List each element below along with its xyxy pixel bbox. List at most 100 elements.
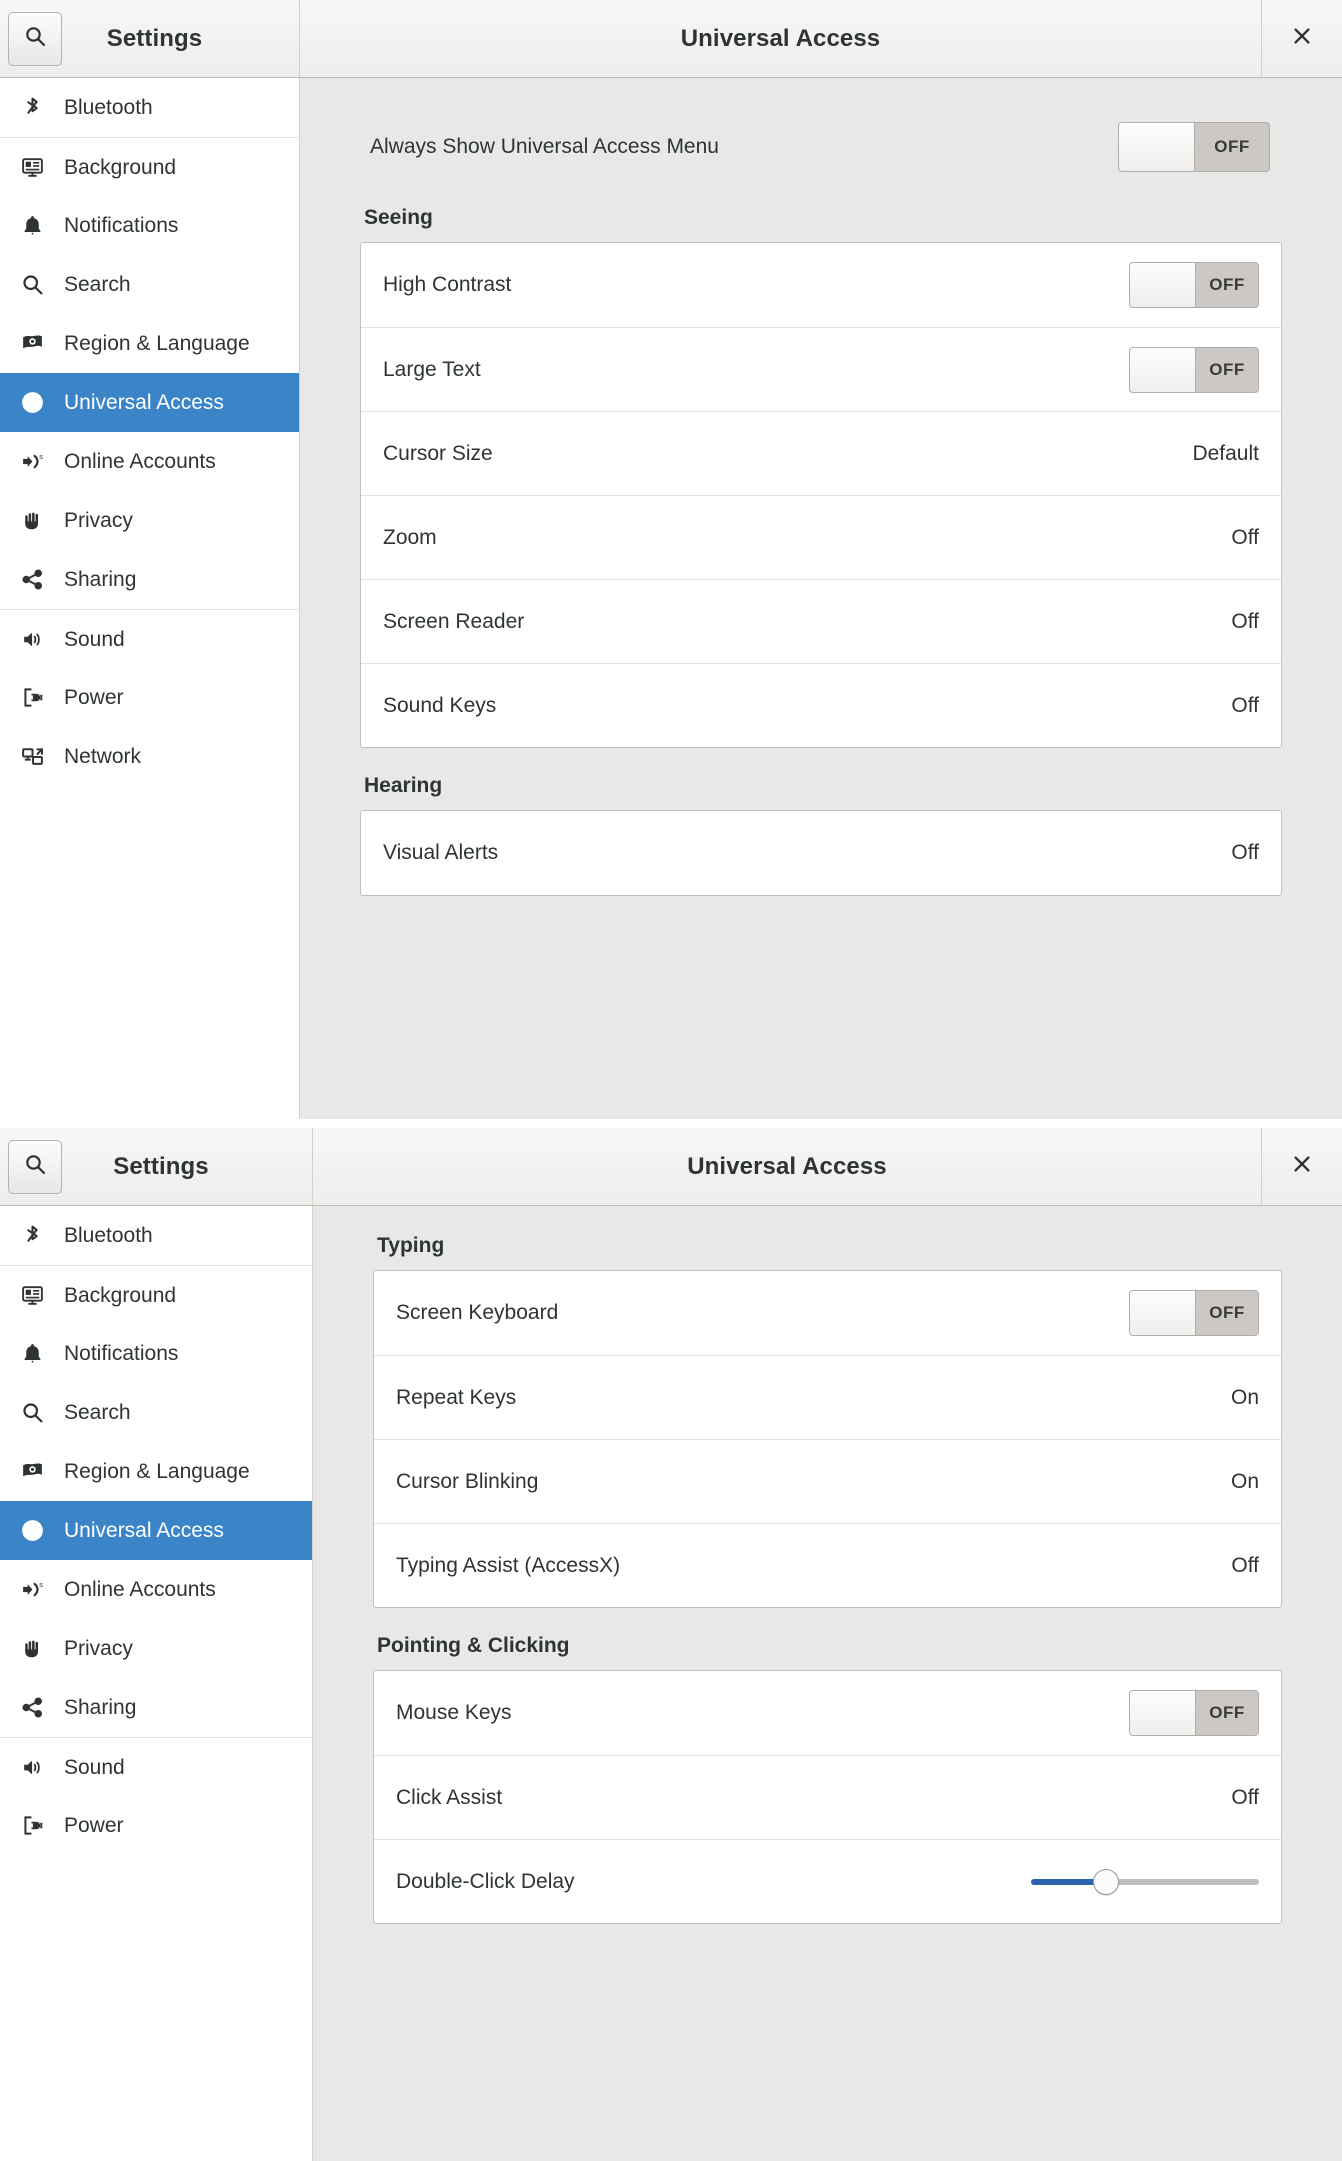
sidebar-item-region-language[interactable]: Region & Language [0, 314, 299, 373]
share-icon [20, 567, 50, 593]
setting-label: Double-Click Delay [396, 1869, 575, 1893]
setting-row-visual-alerts[interactable]: Visual Alerts Off [361, 811, 1281, 895]
setting-row-mouse-keys[interactable]: Mouse Keys OFF [374, 1671, 1281, 1755]
page-title: Universal Access [687, 1152, 887, 1180]
setting-label: Typing Assist (AccessX) [396, 1553, 621, 1577]
sidebar-item-network[interactable]: Network [0, 727, 299, 786]
sidebar-item-sound[interactable]: Sound [0, 609, 299, 668]
online-accounts-icon: s [20, 449, 50, 475]
toggle-screen-keyboard[interactable]: OFF [1129, 1290, 1259, 1336]
sidebar-item-online-accounts[interactable]: s Online Accounts [0, 432, 299, 491]
setting-row-cursor-blinking[interactable]: Cursor Blinking On [374, 1439, 1281, 1523]
settings-sections-bottom: Typing Screen Keyboard OFF Repeat Keys On Cur… [373, 1234, 1282, 1924]
settings-card: Visual Alerts Off [360, 810, 1282, 896]
content-pane-bottom: Typing Screen Keyboard OFF Repeat Keys On Cur… [313, 1206, 1342, 2161]
toggle-state-label: OFF [1196, 263, 1258, 307]
setting-row-repeat-keys[interactable]: Repeat Keys On [374, 1355, 1281, 1439]
setting-label: Cursor Blinking [396, 1469, 539, 1493]
setting-row-high-contrast[interactable]: High Contrast OFF [361, 243, 1281, 327]
setting-row-screen-keyboard[interactable]: Screen Keyboard OFF [374, 1271, 1281, 1355]
setting-value: On [1230, 1385, 1259, 1409]
sidebar-item-sharing[interactable]: Sharing [0, 550, 299, 609]
sidebar-item-label: Region & Language [64, 332, 250, 355]
sidebar-item-label: Background [64, 155, 177, 179]
sidebar-item-sound[interactable]: Sound [0, 1737, 312, 1796]
sidebar-item-region-language[interactable]: Region & Language [0, 1442, 312, 1501]
sidebar-item-label: Privacy [64, 1637, 133, 1660]
sidebar-item-sharing[interactable]: Sharing [0, 1678, 312, 1737]
sidebar-item-power[interactable]: Power [0, 668, 299, 727]
sidebar-item-background[interactable]: Background [0, 1265, 312, 1324]
search-button[interactable] [8, 1139, 62, 1194]
setting-value: On [1230, 1469, 1259, 1493]
network-icon [20, 744, 50, 770]
sidebar-item-label: Privacy [64, 509, 133, 532]
settings-card: Screen Keyboard OFF Repeat Keys On Cursor Bl… [373, 1270, 1282, 1608]
close-icon [1291, 1153, 1313, 1180]
content-pane-top: Always Show Universal Access Menu OFF Se… [300, 78, 1342, 1119]
accessibility-icon [20, 390, 50, 416]
sidebar-item-universal-access[interactable]: Universal Access [0, 373, 299, 432]
sidebar-item-bluetooth[interactable]: Bluetooth [0, 78, 299, 137]
sidebar-item-label: Notifications [64, 214, 179, 237]
setting-row-zoom[interactable]: Zoom Off [361, 495, 1281, 579]
sidebar-item-privacy[interactable]: Privacy [0, 491, 299, 550]
setting-row-typing-assist-accessx[interactable]: Typing Assist (AccessX) Off [374, 1523, 1281, 1607]
setting-label: Repeat Keys [396, 1385, 517, 1409]
settings-window-top: Settings Universal Access Bluetooth Backg… [0, 0, 1342, 1120]
speaker-icon [20, 1754, 50, 1780]
setting-label: Visual Alerts [383, 841, 499, 864]
background-icon [20, 154, 50, 180]
setting-row-double-click-delay[interactable]: Double-Click Delay [374, 1839, 1281, 1923]
speaker-icon [20, 626, 50, 652]
svg-text:s: s [39, 452, 43, 461]
search-button[interactable] [8, 11, 62, 66]
sidebar-item-notifications[interactable]: Notifications [0, 196, 299, 255]
toggle-state-label: OFF [1196, 347, 1258, 392]
sidebar-item-label: Sound [64, 1755, 125, 1779]
sidebar-item-search[interactable]: Search [0, 255, 299, 314]
hand-icon [20, 508, 50, 534]
setting-row-click-assist[interactable]: Click Assist Off [374, 1755, 1281, 1839]
sidebar-item-search[interactable]: Search [0, 1383, 312, 1442]
setting-label: Cursor Size [383, 441, 493, 465]
section-title-hearing: Hearing [364, 774, 443, 797]
sidebar-item-notifications[interactable]: Notifications [0, 1324, 312, 1383]
toggle-large-text[interactable]: OFF [1129, 346, 1259, 393]
slider-double-click-delay[interactable] [1031, 1862, 1259, 1902]
sidebar-item-online-accounts[interactable]: s Online Accounts [0, 1560, 312, 1619]
setting-value: Off [1231, 841, 1259, 864]
sidebar-item-power[interactable]: Power [0, 1796, 312, 1855]
setting-value: Off [1231, 693, 1259, 717]
sidebar-item-privacy[interactable]: Privacy [0, 1619, 312, 1678]
setting-row-cursor-size[interactable]: Cursor Size Default [361, 411, 1281, 495]
sidebar-item-universal-access[interactable]: Universal Access [0, 1501, 312, 1560]
settings-card: High Contrast OFF Large Text OFF Cursor Size… [360, 242, 1282, 748]
setting-row-sound-keys[interactable]: Sound Keys Off [361, 663, 1281, 747]
setting-label: High Contrast [383, 273, 512, 296]
sidebar-item-label: Notifications [64, 1342, 179, 1365]
toggle-knob [1119, 123, 1195, 171]
header-bar-bottom: Settings Universal Access [0, 1128, 1342, 1206]
always-show-menu-toggle[interactable]: OFF [1118, 122, 1270, 172]
toggle-mouse-keys[interactable]: OFF [1129, 1690, 1259, 1736]
accessibility-icon [20, 1518, 50, 1544]
setting-row-screen-reader[interactable]: Screen Reader Off [361, 579, 1281, 663]
sidebar-item-background[interactable]: Background [0, 137, 299, 196]
window-body-top: Bluetooth Background Notifications Search Re… [0, 78, 1342, 1119]
setting-row-large-text[interactable]: Large Text OFF [361, 327, 1281, 411]
sidebar-item-bluetooth[interactable]: Bluetooth [0, 1206, 312, 1265]
window-title-settings: Settings [106, 24, 203, 52]
sidebar-item-label: Online Accounts [64, 450, 216, 473]
sidebar-item-label: Search [64, 273, 131, 296]
sidebar-item-label: Search [64, 1401, 131, 1424]
power-plug-icon [20, 685, 50, 711]
always-show-menu-row[interactable]: Always Show Universal Access Menu OFF [360, 114, 1282, 180]
sidebar-item-label: Universal Access [64, 1519, 224, 1542]
slider-handle[interactable] [1093, 1868, 1120, 1895]
close-button[interactable] [1261, 1128, 1342, 1205]
close-button[interactable] [1261, 0, 1342, 77]
search-icon [23, 1152, 47, 1181]
sidebar-item-label: Power [64, 1814, 124, 1837]
toggle-high-contrast[interactable]: OFF [1129, 262, 1259, 308]
